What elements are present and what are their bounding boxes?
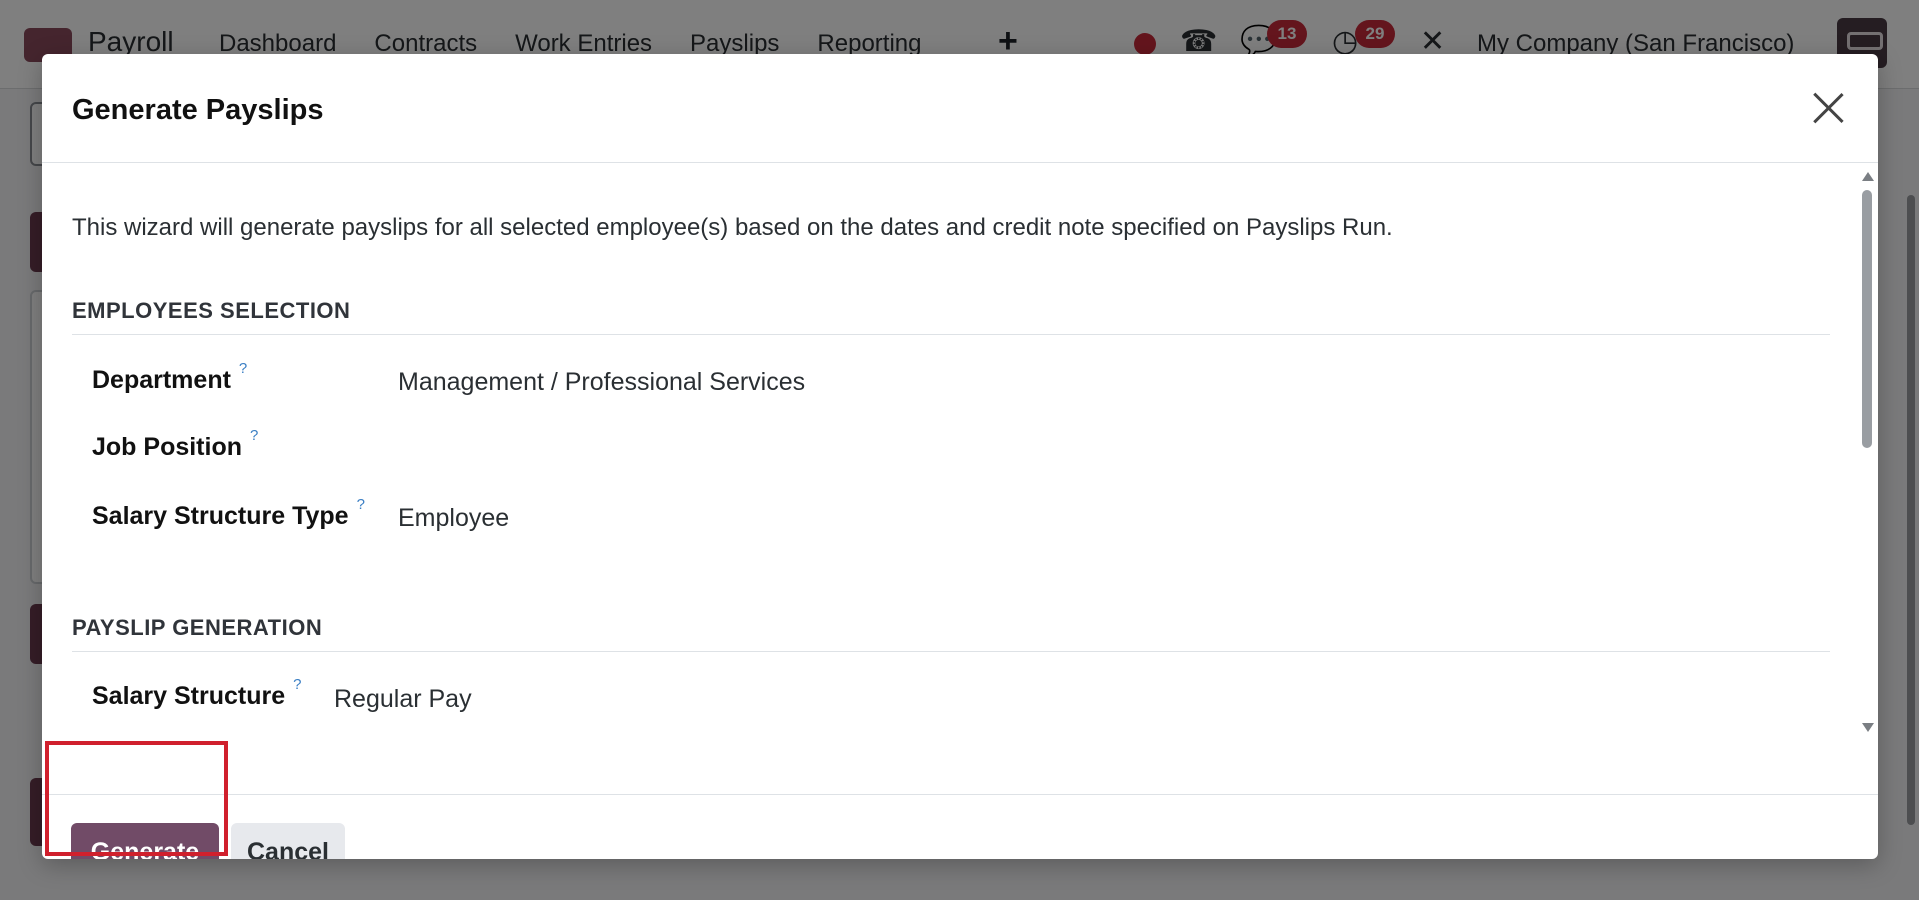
help-icon[interactable]: ? <box>239 360 247 377</box>
department-field[interactable]: Management / Professional Services <box>398 368 805 397</box>
help-icon[interactable]: ? <box>293 676 301 693</box>
payslip-generation-title: PAYSLIP GENERATION <box>72 615 1830 652</box>
salary-structure-type-field[interactable]: Employee <box>398 504 509 533</box>
help-icon[interactable]: ? <box>357 496 365 513</box>
employees-selection-title: EMPLOYEES SELECTION <box>72 298 1830 335</box>
scroll-up-icon[interactable] <box>1862 172 1874 181</box>
salary-structure-field[interactable]: Regular Pay <box>334 685 472 714</box>
job-position-field[interactable] <box>398 435 798 465</box>
dialog-header: Generate Payslips <box>42 54 1878 163</box>
dialog-footer: Generate Cancel <box>42 794 1878 859</box>
scroll-down-icon[interactable] <box>1862 723 1874 732</box>
scrollbar-thumb[interactable] <box>1862 190 1872 448</box>
job-position-label: Job Position? <box>92 427 258 462</box>
salary-structure-label-text: Salary Structure <box>92 682 286 710</box>
close-icon[interactable] <box>1808 88 1848 128</box>
job-position-label-text: Job Position <box>92 433 242 461</box>
generate-button[interactable]: Generate <box>71 823 219 859</box>
salary-structure-label: Salary Structure? <box>92 676 301 711</box>
department-label: Department? <box>92 360 247 395</box>
cancel-button[interactable]: Cancel <box>231 823 345 859</box>
help-icon[interactable]: ? <box>250 427 258 444</box>
generate-payslips-dialog: Generate Payslips This wizard will gener… <box>42 54 1878 859</box>
dialog-scrollbar[interactable] <box>1860 172 1874 732</box>
salary-structure-type-label-text: Salary Structure Type <box>92 502 349 530</box>
salary-structure-type-label: Salary Structure Type? <box>92 496 365 531</box>
department-label-text: Department <box>92 366 231 394</box>
wizard-description-text: This wizard will generate payslips for a… <box>72 214 1393 241</box>
dialog-body: This wizard will generate payslips for a… <box>42 163 1878 794</box>
dialog-title: Generate Payslips <box>72 94 324 126</box>
